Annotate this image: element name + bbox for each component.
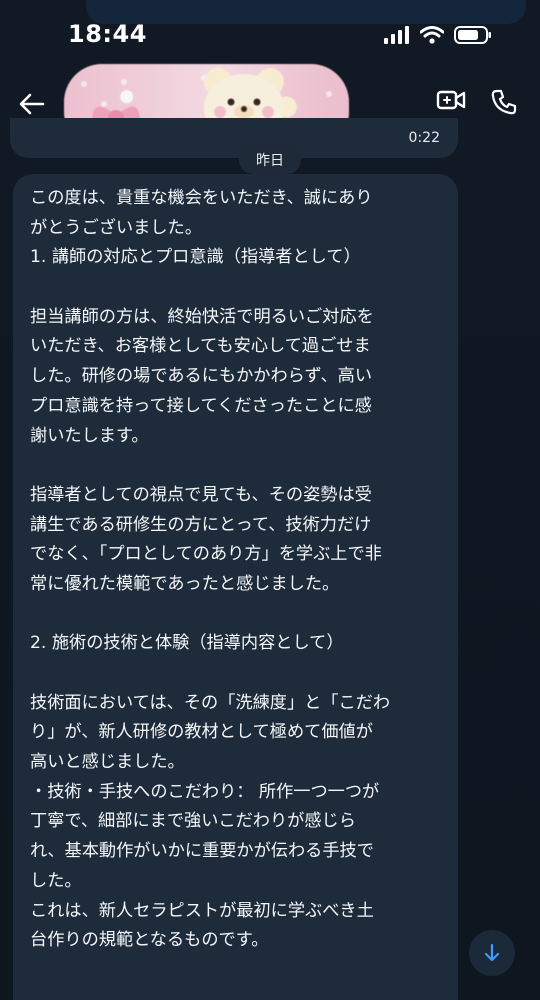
voice-call-button[interactable]: [490, 88, 518, 120]
message-line: 担当講師の方は、終始快活で明るいご対応を: [30, 306, 374, 327]
message-line: [30, 273, 446, 303]
message-line: 1. 講師の対応とプロ意識（指導者として）: [30, 247, 361, 268]
status-icons: [384, 26, 492, 48]
previous-voice-message[interactable]: 0:22: [10, 118, 458, 158]
cellular-signal-icon: [384, 26, 410, 48]
message-line: がとうございました。: [30, 217, 202, 238]
video-call-icon: [436, 90, 466, 110]
message-line: この度は、貴重な機会をいただき、誠にあり: [30, 188, 373, 208]
message-line: り」が、新人研修の教材として極めて価値が: [30, 722, 373, 743]
message-line: 2. 施術の技術と体験（指導内容として）: [30, 633, 344, 654]
message-line: 講生である研修生の方にとって、技術力だけ: [30, 514, 372, 535]
message-text: この度は、貴重な機会をいただき、誠にあり がとうございました。 1. 講師の対応とプ…: [30, 184, 446, 956]
notification-pill: [86, 0, 526, 24]
message-line: いただき、お客様としても安心して過ごせま: [30, 336, 371, 357]
scroll-to-bottom-button[interactable]: [469, 930, 515, 976]
status-time: 18:44: [68, 20, 147, 48]
status-bar: 18:44: [0, 0, 540, 70]
message-line: これは、新人セラピストが最初に学ぶべき土: [30, 900, 374, 921]
message-line: [30, 659, 446, 689]
message-line: 常に優れた模範であったと感じました。: [30, 573, 340, 594]
back-arrow-icon: [19, 93, 45, 115]
message-line: 技術面においては、その「洗練度」と「こだわ: [30, 692, 391, 713]
voice-call-icon: [491, 89, 517, 115]
message-line: [30, 600, 446, 630]
message-line: 丁寧で、細部にまで強いこだわりが感じら: [30, 811, 356, 832]
video-call-button[interactable]: [436, 88, 466, 120]
message-line: ・技術・手技へのこだわり： 所作一つ一つが: [30, 781, 380, 802]
back-button[interactable]: [16, 88, 48, 120]
message-line: プロ意識を持って接してくださったことに感: [30, 395, 372, 416]
wifi-icon: [419, 26, 445, 48]
message-line: でなく、「プロとしてのあり方」を学ぶ上で非: [30, 544, 382, 565]
date-separator: 昨日: [239, 146, 301, 174]
voice-message-duration: 0:22: [408, 130, 440, 146]
arrow-down-icon: [484, 943, 500, 962]
chat-screen: 18:44 0:22 昨日 この度は、貴重な機会をいただき、誠にあり がとうござ…: [0, 0, 540, 1000]
header-actions: [436, 88, 518, 120]
message-line: 指導者としての視点で見ても、その姿勢は受: [30, 484, 372, 505]
message-line: 台作りの規範となるものです。: [30, 930, 269, 951]
message-line: 謝いたします。: [30, 425, 149, 446]
message-line: れ、基本動作がいかに重要かが伝わる手技で: [30, 841, 374, 862]
message-line: 高いと感じました。: [30, 752, 185, 773]
message-line: した。: [30, 870, 82, 891]
message-line: した。研修の場であるにもかかわらず、高い: [30, 366, 373, 387]
message-line: [30, 451, 446, 481]
battery-icon: [454, 26, 492, 48]
